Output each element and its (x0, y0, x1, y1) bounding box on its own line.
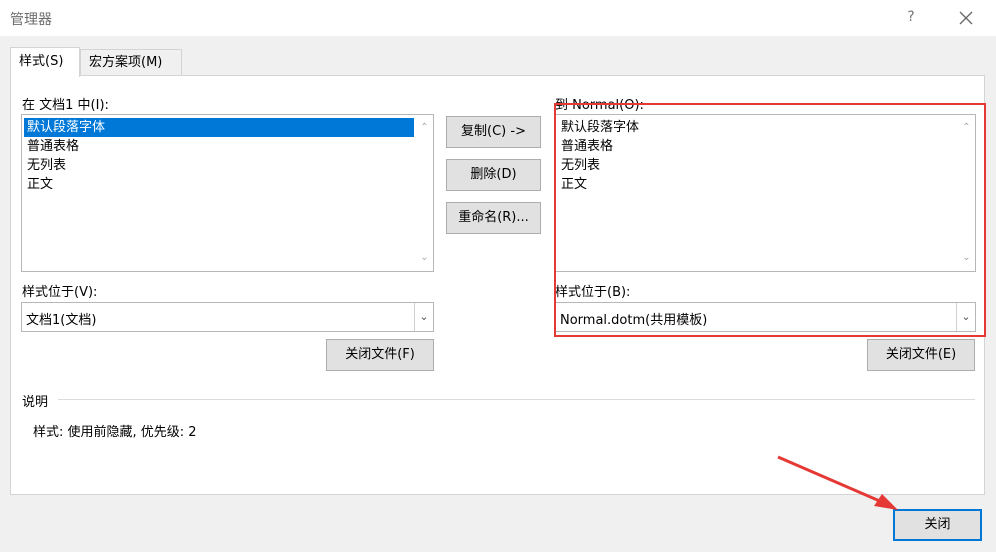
tab-styles[interactable]: 样式(S) (10, 47, 80, 77)
left-location-label: 样式位于(V): (22, 285, 98, 300)
left-list-label: 在 文档1 中(I): (22, 98, 109, 113)
description-text: 样式: 使用前隐藏, 优先级: 2 (33, 425, 197, 440)
copy-button[interactable]: 复制(C) -> (446, 116, 541, 148)
list-item[interactable]: 普通表格 (24, 137, 414, 156)
chevron-down-icon[interactable]: ⌄ (416, 251, 433, 265)
description-heading: 说明 (22, 395, 49, 410)
title-bar (0, 0, 996, 36)
list-item[interactable]: 正文 (24, 175, 414, 194)
tab-styles-label: 样式(S) (19, 54, 64, 69)
left-close-file-button[interactable]: 关闭文件(F) (326, 339, 434, 371)
annotation-highlight-box (554, 103, 986, 337)
left-list-scrollbar[interactable]: ⌃ ⌄ (416, 115, 433, 271)
left-location-select[interactable]: 文档1(文档) ⌄ (21, 302, 434, 332)
chevron-down-icon[interactable]: ⌄ (414, 303, 433, 331)
description-divider (58, 399, 975, 400)
left-style-list[interactable]: 默认段落字体 普通表格 无列表 正文 ⌃ ⌄ (21, 114, 434, 272)
list-item[interactable]: 默认段落字体 (24, 118, 414, 137)
dialog-title: 管理器 (10, 12, 52, 28)
right-close-file-button[interactable]: 关闭文件(E) (867, 339, 975, 371)
rename-button[interactable]: 重命名(R)... (446, 202, 541, 234)
left-location-value: 文档1(文档) (26, 313, 97, 328)
list-item[interactable]: 无列表 (24, 156, 414, 175)
delete-button[interactable]: 删除(D) (446, 159, 541, 191)
help-button[interactable]: ? (903, 9, 919, 25)
tab-macro-project-items[interactable]: 宏方案项(M) (80, 49, 182, 75)
tab-macro-label: 宏方案项(M) (89, 55, 163, 70)
close-icon[interactable] (956, 8, 976, 28)
chevron-up-icon[interactable]: ⌃ (416, 121, 433, 135)
annotation-arrow-icon (777, 455, 898, 510)
